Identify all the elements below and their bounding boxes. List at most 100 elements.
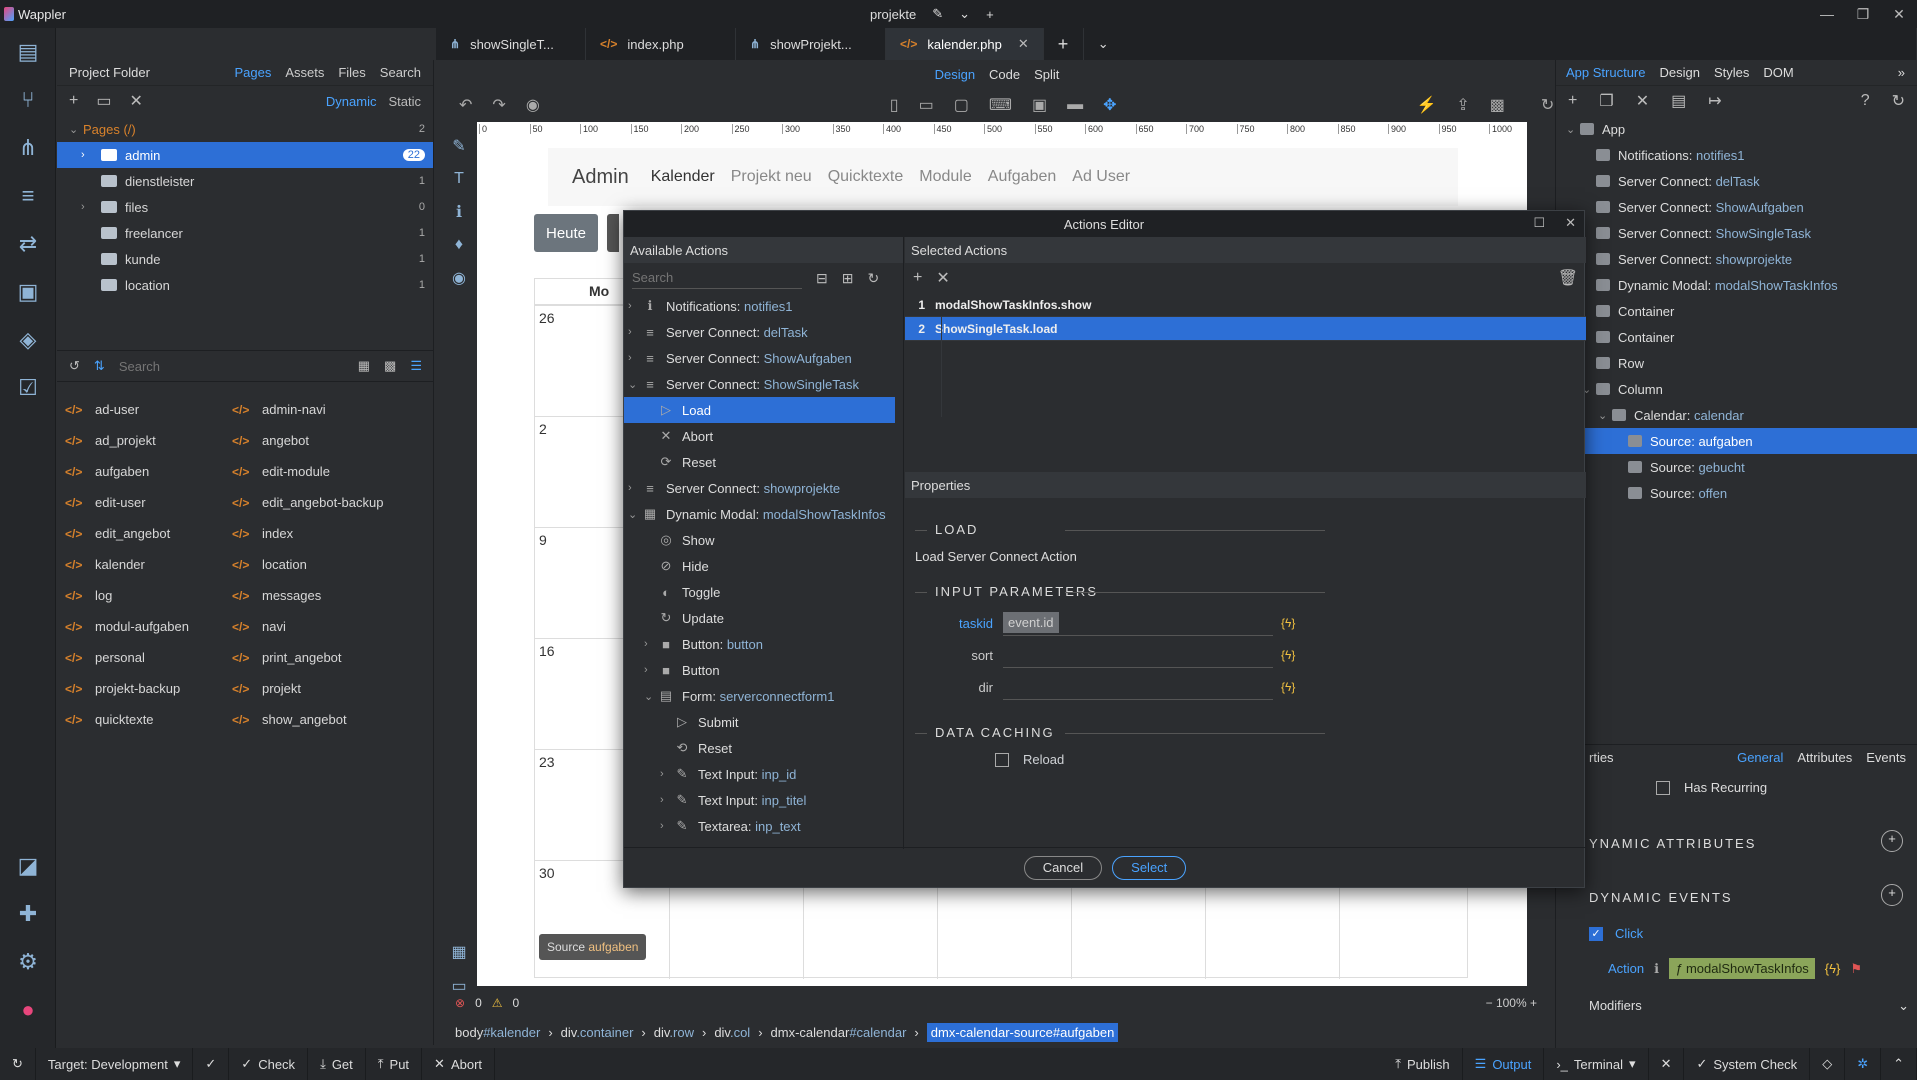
extensions-icon[interactable]: ◪ (0, 842, 56, 890)
structure-item[interactable]: Row (1556, 350, 1917, 376)
add-project-icon[interactable]: + (986, 7, 994, 22)
tab-general[interactable]: General (1737, 750, 1783, 765)
chevron-icon[interactable]: › (644, 664, 658, 676)
available-action-item[interactable]: › ■ Button (624, 657, 903, 683)
collapse-all-icon[interactable]: ⊟ (816, 270, 828, 287)
available-action-item[interactable]: › ≡ Server Connect: delTask (624, 319, 903, 345)
file-item[interactable]: </> angebot (232, 425, 399, 456)
cancel-button[interactable]: Cancel (1023, 855, 1103, 880)
chevron-icon[interactable]: › (628, 352, 642, 364)
file-item[interactable]: </> projekt (232, 673, 399, 704)
text-icon[interactable]: T (454, 170, 464, 188)
mobile-icon[interactable]: ▯ (890, 95, 899, 115)
undo-icon[interactable]: ↶ (459, 95, 472, 115)
available-action-item[interactable]: ✕ Abort (624, 423, 903, 449)
pro-avatar[interactable]: ● (0, 986, 56, 1034)
add-attribute-icon[interactable]: + (1881, 830, 1903, 852)
file-item[interactable]: </> aufgaben (65, 456, 232, 487)
file-item[interactable]: </> edit_angebot (65, 518, 232, 549)
list-icon[interactable]: ☰ (410, 358, 422, 374)
structure-item[interactable]: Container (1556, 298, 1917, 324)
tab-showsingletask[interactable]: ⋔ showSingleT... (436, 28, 586, 60)
chevron-icon[interactable]: ⌄ (644, 690, 658, 703)
pages-icon[interactable]: ▤ (0, 28, 56, 76)
workflow-icon[interactable]: ⋔ (0, 124, 56, 172)
available-action-item[interactable]: ⊘ Hide (624, 553, 903, 579)
refresh-icon[interactable]: ↻ (1541, 95, 1554, 115)
chevron-icon[interactable]: › (644, 638, 658, 650)
dynamic-data-icon[interactable]: {ϟ} (1281, 680, 1295, 694)
remove-icon[interactable]: ✕ (936, 268, 949, 288)
warning-count[interactable]: 0 (513, 996, 520, 1010)
debug-icon[interactable]: ✲ (1845, 1048, 1882, 1080)
folder-dienstleister[interactable]: dienstleister 1 (57, 168, 433, 194)
target-select[interactable]: Target: Development ▾ (36, 1048, 194, 1080)
close-icon[interactable]: ✕ (1881, 0, 1917, 28)
file-item[interactable]: </> location (232, 549, 399, 580)
dynamic-data-icon[interactable]: {ϟ} (1825, 961, 1841, 976)
system-check-button[interactable]: ✓ System Check (1684, 1048, 1811, 1080)
structure-item[interactable]: ⌄ Column (1556, 376, 1917, 402)
structure-item[interactable]: Source: offen (1556, 480, 1917, 506)
selected-action-row[interactable]: 2 ShowSingleTask.load (905, 317, 1586, 341)
camera-icon[interactable]: ◉ (526, 95, 540, 115)
move-icon[interactable]: ✥ (1103, 95, 1116, 115)
terminal-button[interactable]: ›_ Terminal ▾ (1544, 1048, 1649, 1080)
tab-files[interactable]: Files (338, 65, 365, 80)
routing-icon[interactable]: ⇄ (0, 220, 56, 268)
nav-kalender[interactable]: Kalender (651, 168, 715, 186)
view-code[interactable]: Code (989, 67, 1020, 82)
structure-item[interactable]: Source: aufgaben (1556, 428, 1917, 454)
component-icon[interactable]: ▤ (1671, 91, 1686, 111)
design-icon[interactable]: ▣ (0, 268, 56, 316)
crumb-source[interactable]: dmx-calendar-source#aufgaben (926, 1022, 1119, 1042)
param-sort-input[interactable] (1003, 642, 1273, 668)
structure-item[interactable]: Notifications: notifies1 (1556, 142, 1917, 168)
param-dir-input[interactable] (1003, 674, 1273, 700)
tab-events[interactable]: Events (1866, 750, 1906, 765)
tasks-icon[interactable]: ☑ (0, 364, 56, 412)
tab-attributes[interactable]: Attributes (1797, 750, 1852, 765)
mode-dynamic[interactable]: Dynamic (326, 94, 377, 109)
file-item[interactable]: </> kalender (65, 549, 232, 580)
tab-styles[interactable]: Styles (1714, 65, 1749, 80)
file-item[interactable]: </> ad-user (65, 394, 232, 425)
available-action-item[interactable]: ⟲ Reset (624, 735, 903, 761)
tab-search[interactable]: Search (380, 65, 421, 80)
crumb-body[interactable]: body#kalender (455, 1025, 540, 1040)
available-action-item[interactable]: › ≡ Server Connect: showprojekte (624, 475, 903, 501)
dynamic-data-icon[interactable]: {ϟ} (1281, 648, 1295, 662)
prev-button[interactable] (607, 214, 619, 252)
chevron-icon[interactable]: ⌄ (1598, 409, 1612, 422)
large-grid-icon[interactable]: ▦ (358, 358, 370, 374)
qr-icon[interactable]: ▩ (1490, 95, 1505, 115)
view-split[interactable]: Split (1034, 67, 1059, 82)
available-action-item[interactable]: › ✎ Text Input: inp_id (624, 761, 903, 787)
file-item[interactable]: </> log (65, 580, 232, 611)
tab-app-structure[interactable]: App Structure (1566, 65, 1646, 80)
available-action-item[interactable]: › ■ Button: button (624, 631, 903, 657)
desktop-icon[interactable]: ▣ (1032, 95, 1047, 115)
folder-admin[interactable]: › admin 22 (57, 142, 433, 168)
tab-pages[interactable]: Pages (234, 65, 271, 80)
grid-icon[interactable]: ▩ (384, 358, 396, 374)
laptop-icon[interactable]: ⌨ (989, 95, 1012, 115)
available-action-item[interactable]: › ≡ Server Connect: ShowAufgaben (624, 345, 903, 371)
structure-item[interactable]: Source: gebucht (1556, 454, 1917, 480)
grid-icon[interactable]: ▦ (451, 942, 466, 962)
file-item[interactable]: </> projekt-backup (65, 673, 232, 704)
maximize-icon[interactable]: ❐ (1845, 0, 1881, 28)
layers-icon[interactable]: ◈ (0, 316, 56, 364)
minimize-icon[interactable]: — (1809, 0, 1845, 28)
chevron-down-icon[interactable]: ⌄ (1898, 998, 1909, 1014)
structure-item[interactable]: Dynamic Modal: modalShowTaskInfos (1556, 272, 1917, 298)
edit-icon[interactable]: ✎ (452, 136, 465, 156)
chevron-icon[interactable]: ⌄ (628, 378, 642, 391)
file-item[interactable]: </> messages (232, 580, 399, 611)
chevron-icon[interactable]: › (628, 482, 642, 494)
tree-root[interactable]: ⌄ Pages (/) 2 (57, 116, 433, 142)
new-folder-icon[interactable]: ▭ (96, 91, 111, 111)
nav-projekt-neu[interactable]: Projekt neu (731, 168, 812, 186)
add-icon[interactable]: + (1568, 92, 1577, 110)
folder-freelancer[interactable]: freelancer 1 (57, 220, 433, 246)
